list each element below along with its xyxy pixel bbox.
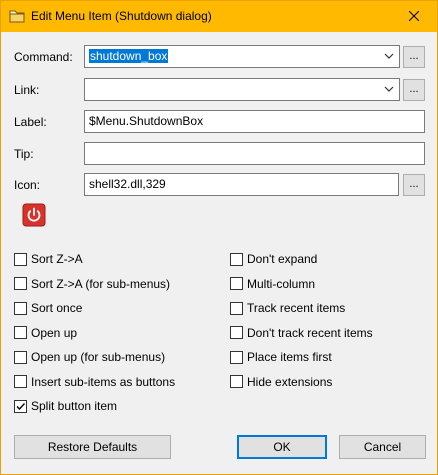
option-label: Sort Z->A xyxy=(31,252,83,266)
option-checkbox[interactable]: Multi-column xyxy=(230,276,315,292)
command-combobox[interactable]: shutdown_box xyxy=(84,45,400,68)
command-value: shutdown_box xyxy=(89,49,169,63)
icon-label: Icon: xyxy=(14,178,41,192)
power-icon xyxy=(22,203,46,227)
option-checkbox[interactable]: Sort once xyxy=(14,300,82,316)
checkbox-unchecked[interactable] xyxy=(14,252,27,266)
cancel-button[interactable]: Cancel xyxy=(339,435,426,459)
option-checkbox[interactable]: Hide extensions xyxy=(230,374,332,390)
option-checkbox[interactable]: Place items first xyxy=(230,349,332,365)
icon-browse-button[interactable]: ... xyxy=(403,174,425,196)
option-checkbox[interactable]: Split button item xyxy=(14,398,117,414)
window-title: Edit Menu Item (Shutdown dialog) xyxy=(31,9,212,23)
command-label: Command: xyxy=(14,50,73,64)
edit-menu-item-dialog: Edit Menu Item (Shutdown dialog) Command… xyxy=(0,0,438,475)
option-checkbox[interactable]: Open up xyxy=(14,325,77,341)
option-checkbox[interactable]: Insert sub-items as buttons xyxy=(14,374,175,390)
option-label: Insert sub-items as buttons xyxy=(31,374,176,389)
option-label: Open up (for sub-menus) xyxy=(31,350,166,364)
title-bar[interactable]: Edit Menu Item (Shutdown dialog) xyxy=(1,1,437,32)
folder-icon xyxy=(9,9,25,23)
checkbox-unchecked[interactable] xyxy=(14,301,27,315)
option-label: Place items first xyxy=(247,350,332,364)
command-browse-button[interactable]: ... xyxy=(403,46,425,68)
option-checkbox[interactable]: Don't expand xyxy=(230,251,317,267)
option-label: Sort Z->A (for sub-menus) xyxy=(31,276,171,291)
link-browse-button[interactable]: ... xyxy=(403,79,425,101)
checkbox-unchecked[interactable] xyxy=(230,277,243,290)
tip-label: Tip: xyxy=(14,147,34,161)
icon-value: shell32.dll,329 xyxy=(89,177,166,191)
close-button[interactable] xyxy=(391,1,437,32)
chevron-down-icon[interactable] xyxy=(383,83,395,95)
option-label: Sort once xyxy=(31,301,83,315)
label-input[interactable]: $Menu.ShutdownBox xyxy=(84,110,425,133)
option-checkbox[interactable]: Track recent items xyxy=(230,300,345,316)
label-value: $Menu.ShutdownBox xyxy=(89,114,204,128)
option-label: Multi-column xyxy=(247,276,316,291)
option-label: Split button item xyxy=(31,399,118,413)
checkbox-unchecked[interactable] xyxy=(230,375,243,388)
checkbox-unchecked[interactable] xyxy=(14,375,27,388)
option-label: Open up xyxy=(31,325,78,340)
checkbox-unchecked[interactable] xyxy=(230,252,243,266)
chevron-down-icon[interactable] xyxy=(383,50,395,62)
option-label: Don't expand xyxy=(247,252,318,266)
close-icon xyxy=(408,10,420,24)
link-combobox[interactable] xyxy=(84,78,400,101)
label-label: Label: xyxy=(14,115,47,129)
checkbox-unchecked[interactable] xyxy=(230,350,243,364)
option-label: Hide extensions xyxy=(247,374,333,389)
checkbox-unchecked[interactable] xyxy=(230,301,243,315)
tip-input[interactable] xyxy=(84,142,425,165)
icon-input[interactable]: shell32.dll,329 xyxy=(84,173,399,196)
link-label: Link: xyxy=(14,83,40,97)
option-checkbox[interactable]: Open up (for sub-menus) xyxy=(14,349,165,365)
option-label: Don't track recent items xyxy=(247,325,373,340)
restore-defaults-button[interactable]: Restore Defaults xyxy=(14,435,171,459)
checkbox-unchecked[interactable] xyxy=(14,326,27,339)
checkbox-unchecked[interactable] xyxy=(14,350,27,364)
checkbox-checked[interactable] xyxy=(14,399,27,413)
checkbox-unchecked[interactable] xyxy=(230,326,243,339)
ok-button[interactable]: OK xyxy=(237,435,327,459)
option-checkbox[interactable]: Sort Z->A xyxy=(14,251,83,267)
option-label: Track recent items xyxy=(247,301,346,315)
checkbox-unchecked[interactable] xyxy=(14,277,27,290)
option-checkbox[interactable]: Don't track recent items xyxy=(230,325,373,341)
option-checkbox[interactable]: Sort Z->A (for sub-menus) xyxy=(14,276,170,292)
